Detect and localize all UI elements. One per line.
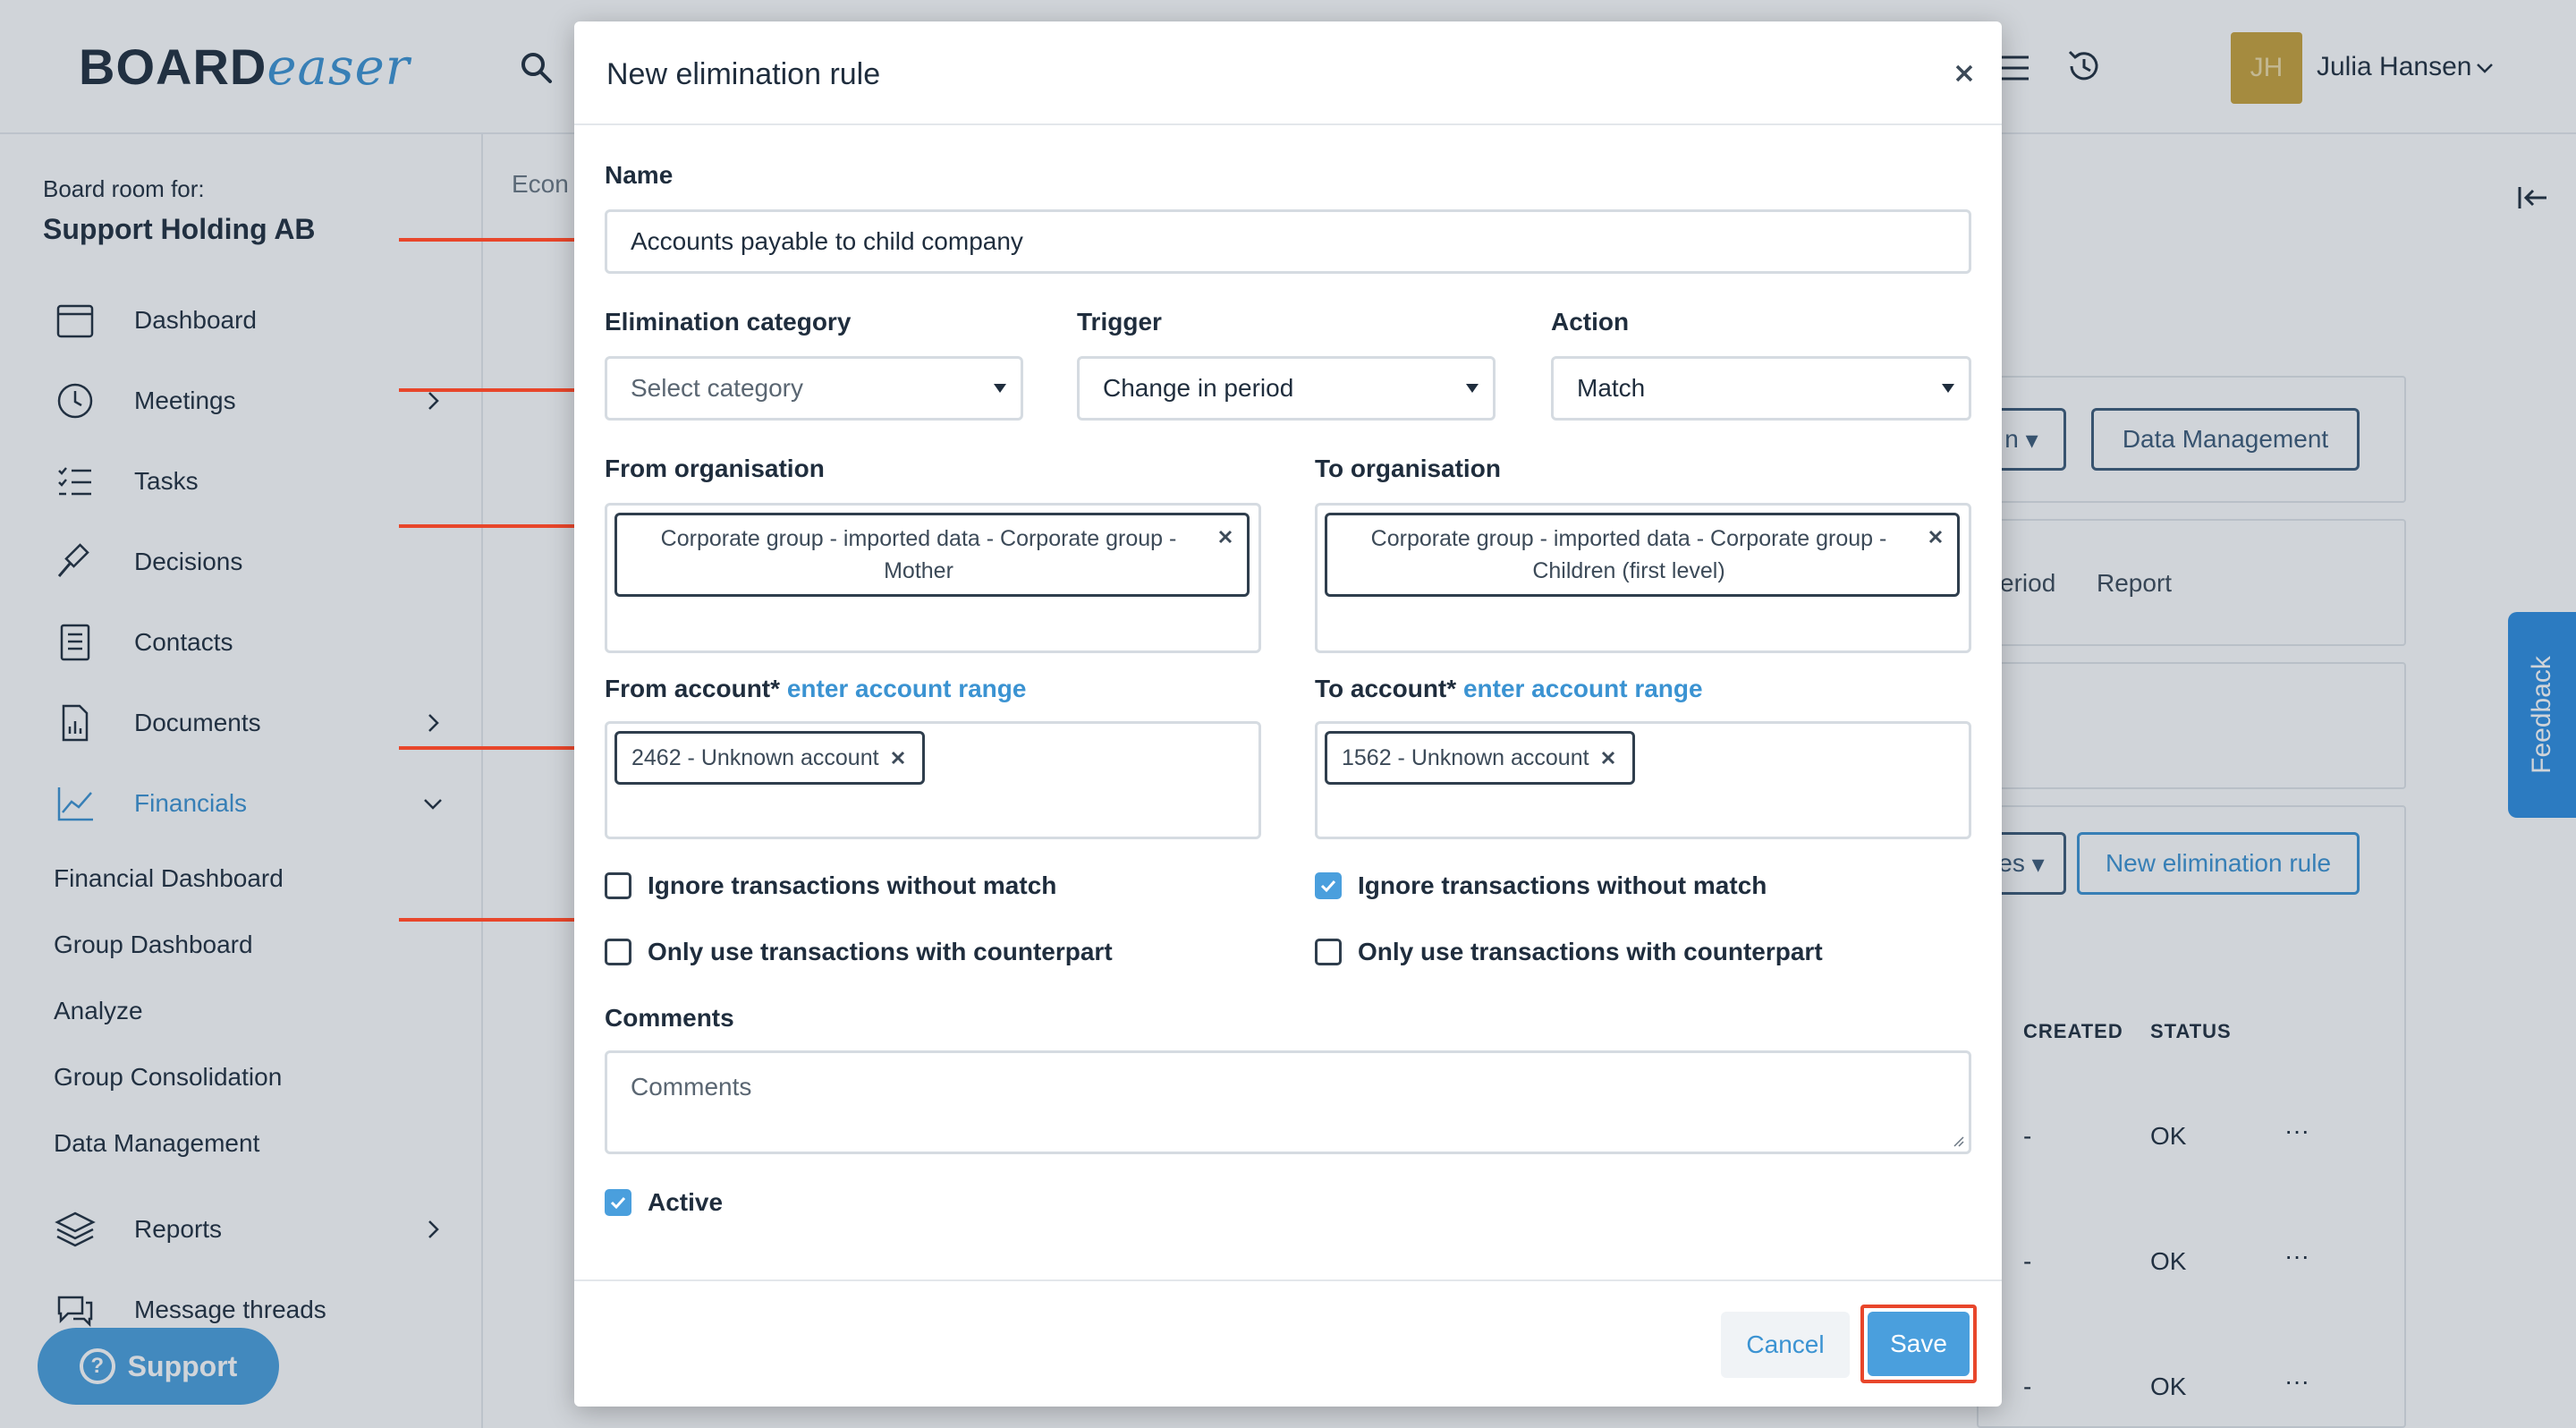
to-ignore-unmatched-checkbox[interactable] [1315, 872, 1342, 899]
to-ignore-unmatched-label[interactable]: Ignore transactions without match [1358, 871, 1767, 900]
name-label: Name [605, 161, 674, 189]
from-counterpart-only-row[interactable]: Only use transactions with counterpart [605, 938, 1113, 966]
modal-header: New elimination rule [574, 21, 2002, 125]
active-checkbox[interactable] [605, 1189, 631, 1216]
to-account-label: To account* enter account range [1315, 675, 1703, 702]
trigger-label: Trigger [1077, 308, 1162, 336]
to-organisation-label: To organisation [1315, 455, 1501, 482]
checkmark-icon [1320, 880, 1336, 893]
to-counterpart-only-row[interactable]: Only use transactions with counterpart [1315, 938, 1823, 966]
to-account-range-link[interactable]: enter account range [1463, 675, 1703, 702]
to-counterpart-only-label[interactable]: Only use transactions with counterpart [1358, 938, 1823, 966]
annotation-arrow [399, 737, 599, 759]
remove-chip-icon[interactable] [1600, 750, 1616, 766]
comments-label: Comments [605, 1004, 734, 1032]
action-label: Action [1551, 308, 1630, 336]
close-icon[interactable] [1952, 61, 1977, 86]
checkmark-icon [610, 1196, 626, 1210]
remove-chip-icon[interactable] [1927, 528, 1945, 546]
from-account-chip: 2462 - Unknown account [614, 731, 925, 785]
cancel-button[interactable]: Cancel [1721, 1312, 1850, 1378]
from-account-range-link[interactable]: enter account range [787, 675, 1027, 702]
remove-chip-icon[interactable] [890, 750, 906, 766]
caret-down-icon [994, 384, 1006, 393]
annotation-arrow [399, 379, 599, 401]
to-account-select[interactable]: 1562 - Unknown account [1315, 721, 1971, 839]
trigger-select[interactable]: Change in period [1077, 356, 1496, 421]
modal-footer-divider [574, 1279, 2002, 1281]
resize-grip-icon[interactable] [1951, 1134, 1965, 1148]
new-elimination-rule-dialog: New elimination rule Name Accounts payab… [574, 21, 2002, 1407]
active-row[interactable]: Active [605, 1188, 723, 1217]
from-counterpart-only-label[interactable]: Only use transactions with counterpart [648, 938, 1113, 966]
caret-down-icon [1942, 384, 1954, 393]
from-ignore-unmatched-label[interactable]: Ignore transactions without match [648, 871, 1056, 900]
from-organisation-chip: Corporate group - imported data - Corpor… [614, 513, 1250, 597]
to-ignore-unmatched-row[interactable]: Ignore transactions without match [1315, 871, 1767, 900]
from-account-label: From account* enter account range [605, 675, 1027, 702]
annotation-arrow [399, 515, 599, 537]
to-organisation-select[interactable]: Corporate group - imported data - Corpor… [1315, 503, 1971, 653]
to-account-chip: 1562 - Unknown account [1325, 731, 1635, 785]
from-account-select[interactable]: 2462 - Unknown account [605, 721, 1261, 839]
save-button[interactable]: Save [1868, 1312, 1970, 1376]
from-ignore-unmatched-checkbox[interactable] [605, 872, 631, 899]
annotation-arrow [399, 229, 599, 251]
to-organisation-chip: Corporate group - imported data - Corpor… [1325, 513, 1960, 597]
elimination-category-label: Elimination category [605, 308, 852, 336]
name-input[interactable]: Accounts payable to child company [605, 209, 1971, 274]
elimination-category-select[interactable]: Select category [605, 356, 1023, 421]
from-organisation-select[interactable]: Corporate group - imported data - Corpor… [605, 503, 1261, 653]
annotation-arrow [399, 909, 599, 931]
comments-textarea[interactable]: Comments [605, 1050, 1971, 1154]
action-select[interactable]: Match [1551, 356, 1971, 421]
from-organisation-label: From organisation [605, 455, 825, 482]
to-counterpart-only-checkbox[interactable] [1315, 939, 1342, 965]
active-label[interactable]: Active [648, 1188, 723, 1217]
from-counterpart-only-checkbox[interactable] [605, 939, 631, 965]
modal-title: New elimination rule [606, 57, 881, 91]
from-ignore-unmatched-row[interactable]: Ignore transactions without match [605, 871, 1056, 900]
caret-down-icon [1466, 384, 1479, 393]
remove-chip-icon[interactable] [1216, 528, 1234, 546]
